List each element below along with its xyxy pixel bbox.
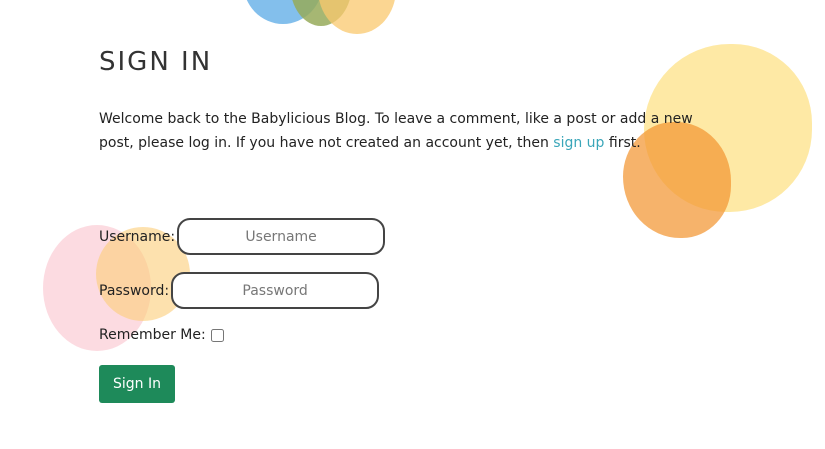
password-input[interactable]: [171, 272, 380, 309]
remember-me-row: Remember Me:: [99, 327, 224, 343]
password-label: Password:: [99, 282, 170, 299]
username-label: Username:: [99, 228, 176, 245]
remember-me-checkbox[interactable]: [210, 328, 224, 342]
watercolor-blob-orange: [318, 0, 396, 34]
watercolor-blob-blue: [243, 0, 323, 24]
password-row: Password:: [99, 272, 380, 309]
sign-in-page: SIGN IN Welcome back to the Babylicious …: [0, 0, 825, 449]
username-input[interactable]: [177, 218, 386, 255]
remember-me-label: Remember Me:: [99, 327, 206, 343]
username-row: Username:: [99, 218, 386, 255]
intro-text: Welcome back to the Babylicious Blog. To…: [99, 107, 729, 155]
sign-in-content: SIGN IN Welcome back to the Babylicious …: [99, 44, 739, 155]
intro-text-end: first.: [604, 135, 641, 151]
sign-up-link[interactable]: sign up: [553, 135, 604, 151]
watercolor-blob-green: [290, 0, 352, 26]
sign-in-button[interactable]: Sign In: [99, 365, 175, 403]
page-title: SIGN IN: [99, 47, 213, 77]
